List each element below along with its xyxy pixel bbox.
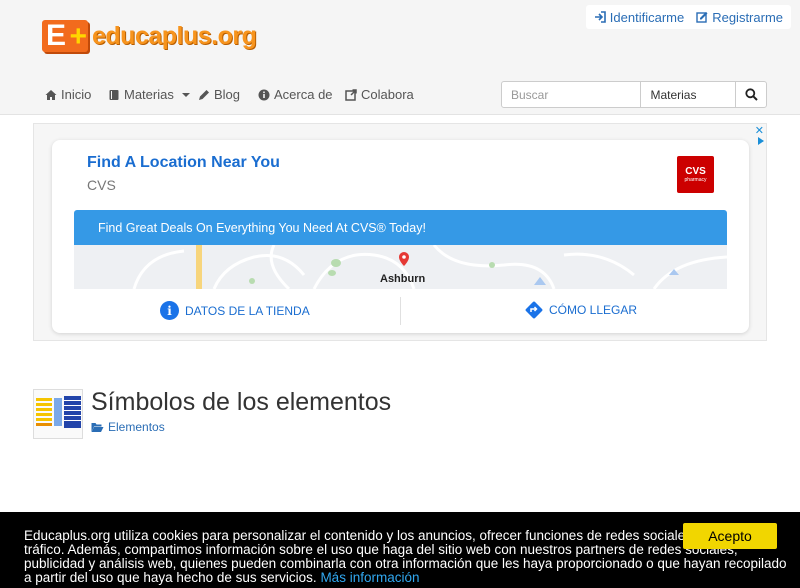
ad-card[interactable]: Find A Location Near You CVS CVS pharmac… xyxy=(52,140,749,333)
nav-label: Blog xyxy=(214,87,241,102)
book-icon xyxy=(109,89,119,100)
category-label: Elementos xyxy=(108,420,165,434)
category-link[interactable]: Elementos xyxy=(91,420,165,434)
cookie-text: Educaplus.org utiliza cookies para perso… xyxy=(24,529,794,585)
site-header: E + educaplus.org Identificarme Registrar… xyxy=(0,0,800,75)
store-info-button[interactable]: i DATOS DE LA TIENDA xyxy=(160,301,310,320)
directions-button[interactable]: CÓMO LLEGAR xyxy=(525,301,637,319)
close-icon[interactable]: ✕ xyxy=(755,124,764,137)
nav-item-materias[interactable]: Materias xyxy=(108,87,190,102)
article-thumbnail[interactable] xyxy=(33,389,83,439)
logo-name: educaplus xyxy=(92,21,212,50)
register-label: Registrarme xyxy=(712,9,783,25)
folder-open-icon xyxy=(91,422,104,432)
ad-title[interactable]: Find A Location Near You xyxy=(87,154,280,172)
chevron-down-icon xyxy=(181,92,190,97)
nav-label: Inicio xyxy=(61,87,92,102)
home-icon xyxy=(45,89,57,100)
nav-item-colabora[interactable]: Colabora xyxy=(345,87,414,102)
nav-label: Materias xyxy=(124,87,174,102)
search-button[interactable] xyxy=(736,82,766,107)
ad-banner[interactable]: Find Great Deals On Everything You Need … xyxy=(74,210,727,245)
share-icon xyxy=(345,88,357,101)
periodic-table-image xyxy=(36,396,81,428)
ad-map[interactable]: Ashburn xyxy=(74,245,727,289)
search-bar: Buscar Materias xyxy=(501,81,767,108)
ad-actions: i DATOS DE LA TIENDA CÓMO LLEGAR xyxy=(52,295,749,327)
map-label: Ashburn xyxy=(380,273,426,285)
ad-subtitle: CVS xyxy=(87,177,116,193)
login-label: Identificarme xyxy=(609,9,685,25)
nav-item-acerca[interactable]: Acerca de xyxy=(258,87,333,102)
page-title: Símbolos de los elementos xyxy=(91,388,392,416)
edit-icon xyxy=(696,12,708,23)
search-category-select[interactable]: Materias xyxy=(641,82,737,107)
accept-cookies-button[interactable]: Acepto xyxy=(683,523,777,549)
more-info-link[interactable]: Más información xyxy=(320,570,419,585)
info-icon xyxy=(258,89,270,100)
register-link[interactable]: Registrarme xyxy=(696,10,783,25)
ad-divider xyxy=(400,297,401,325)
nav-item-blog[interactable]: Blog xyxy=(198,87,240,102)
nav-label: Colabora xyxy=(361,87,414,102)
nav-label: Acerca de xyxy=(274,87,333,102)
directions-label: CÓMO LLEGAR xyxy=(549,303,638,317)
cvs-logo-text: CVS xyxy=(685,165,706,177)
store-info-label: DATOS DE LA TIENDA xyxy=(185,303,310,318)
sign-in-icon xyxy=(594,11,606,23)
cookie-banner: Educaplus.org utiliza cookies para perso… xyxy=(0,512,800,588)
nav-item-inicio[interactable]: Inicio xyxy=(45,87,91,102)
pencil-icon xyxy=(199,89,209,100)
cvs-logo: CVS pharmacy xyxy=(677,156,714,193)
info-circle-icon: i xyxy=(160,301,179,320)
search-input[interactable]: Buscar xyxy=(502,82,642,107)
ad-container: ✕ Find A Location Near You CVS CVS pharm… xyxy=(33,123,767,341)
search-icon xyxy=(744,88,758,101)
logo-tld: .org xyxy=(211,21,257,50)
cvs-logo-sub: pharmacy xyxy=(684,176,707,183)
directions-icon xyxy=(525,301,543,319)
adchoices-icon[interactable] xyxy=(758,137,764,145)
site-logo[interactable]: E + educaplus.org xyxy=(42,18,257,54)
login-link[interactable]: Identificarme xyxy=(594,10,684,25)
auth-links: Identificarme Registrarme xyxy=(585,5,791,29)
logo-mark: E + xyxy=(42,19,88,53)
